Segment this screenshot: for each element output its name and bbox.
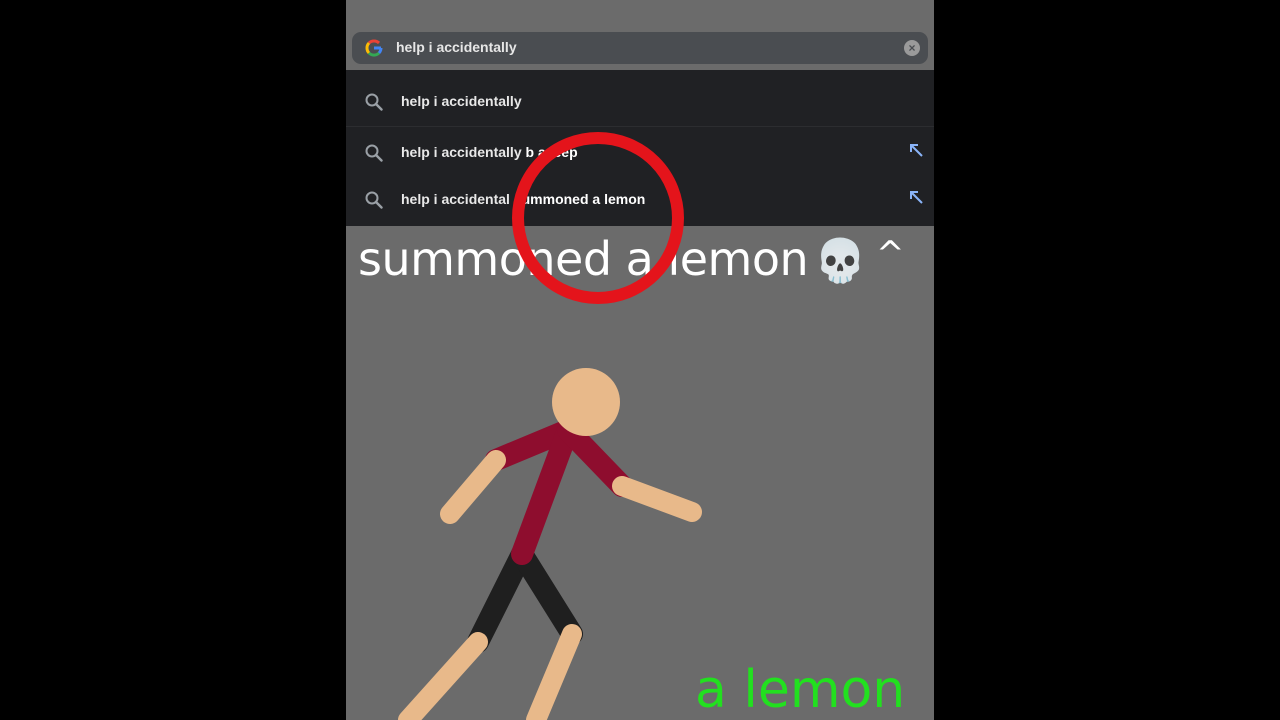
fill-arrow-icon[interactable] (908, 142, 924, 158)
search-input[interactable]: help i accidentally (396, 39, 517, 55)
lemon-label: a lemon (695, 660, 906, 720)
search-bar[interactable]: help i accidentally × (352, 32, 928, 64)
stickman-figure (398, 368, 702, 720)
google-logo-icon (365, 39, 383, 57)
search-icon (365, 93, 383, 111)
skull-emoji: 💀 (814, 236, 866, 285)
video-frame: help i accidentally × help i accidentall… (0, 0, 1280, 720)
search-icon (365, 144, 383, 162)
suggestion-label: help i accidentally (401, 93, 522, 109)
highlight-ring (512, 132, 684, 304)
clear-icon[interactable]: × (904, 40, 920, 56)
fill-arrow-icon[interactable] (908, 189, 924, 205)
divider (346, 126, 934, 127)
phone-screen: help i accidentally × help i accidentall… (346, 0, 934, 720)
caret-mark: ^ (875, 234, 905, 274)
suggestion-item[interactable]: help i accidentally (346, 78, 934, 126)
search-icon (365, 191, 383, 209)
